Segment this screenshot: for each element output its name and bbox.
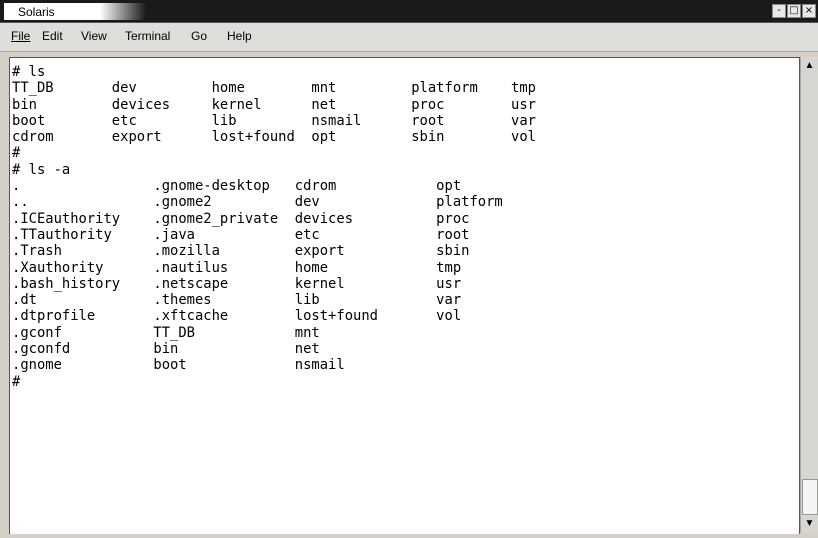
terminal-line: # ls -a	[12, 161, 71, 178]
menu-terminal[interactable]: Terminal	[125, 29, 170, 43]
title-tab-fade	[100, 3, 146, 20]
terminal-line: .dt .themes lib var	[12, 292, 462, 309]
terminal-line: #	[12, 145, 21, 162]
menu-edit[interactable]: Edit	[42, 29, 63, 43]
menu-view[interactable]: View	[81, 29, 107, 43]
vertical-scrollbar[interactable]: ▲ ▼	[800, 57, 818, 533]
terminal-line: .Xauthority .nautilus home tmp	[12, 259, 462, 276]
title-tab[interactable]: Solaris	[4, 3, 100, 20]
terminal-line: .. .gnome2 dev platform	[12, 194, 503, 211]
terminal-line: bin devices kernel net proc usr	[12, 96, 536, 113]
terminal-output: # ls TT_DB dev home mnt platform tmp bin…	[12, 64, 536, 390]
window-bottom-edge	[0, 534, 818, 538]
minimize-button[interactable]: -	[772, 4, 786, 18]
terminal-line: . .gnome-desktop cdrom opt	[12, 178, 462, 195]
scroll-thumb[interactable]	[802, 479, 818, 515]
terminal-line: cdrom export lost+found opt sbin vol	[12, 129, 536, 146]
window-controls: - □ ×	[772, 4, 816, 18]
menu-help[interactable]: Help	[227, 29, 252, 43]
terminal-area[interactable]: # ls TT_DB dev home mnt platform tmp bin…	[9, 57, 800, 535]
scroll-down-icon[interactable]: ▼	[801, 517, 818, 531]
menu-file[interactable]: File	[11, 29, 30, 43]
menu-bar: File Edit View Terminal Go Help	[0, 23, 818, 52]
terminal-line: .gnome boot nsmail	[12, 357, 345, 374]
terminal-line: .TTauthority .java etc root	[12, 226, 470, 243]
terminal-line: # ls	[12, 64, 46, 80]
terminal-line: .dtprofile .xftcache lost+found vol	[12, 308, 462, 325]
terminal-line: .ICEauthority .gnome2_private devices pr…	[12, 210, 470, 227]
menu-file-mnemonic: File	[11, 29, 31, 43]
scroll-up-icon[interactable]: ▲	[801, 59, 818, 73]
window-title: Solaris	[18, 5, 55, 19]
terminal-line: .gconf TT_DB mnt	[12, 324, 320, 341]
close-button[interactable]: ×	[802, 4, 816, 18]
terminal-line: .bash_history .netscape kernel usr	[12, 275, 462, 292]
terminal-line: TT_DB dev home mnt platform tmp	[12, 80, 536, 97]
terminal-line: boot etc lib nsmail root var	[12, 112, 536, 129]
terminal-line: .gconfd bin net	[12, 341, 320, 358]
menu-go[interactable]: Go	[191, 29, 207, 43]
maximize-button[interactable]: □	[787, 4, 801, 18]
terminal-line: .Trash .mozilla export sbin	[12, 243, 470, 260]
terminal-line: #	[12, 373, 21, 390]
title-bar: Solaris - □ ×	[0, 0, 818, 23]
